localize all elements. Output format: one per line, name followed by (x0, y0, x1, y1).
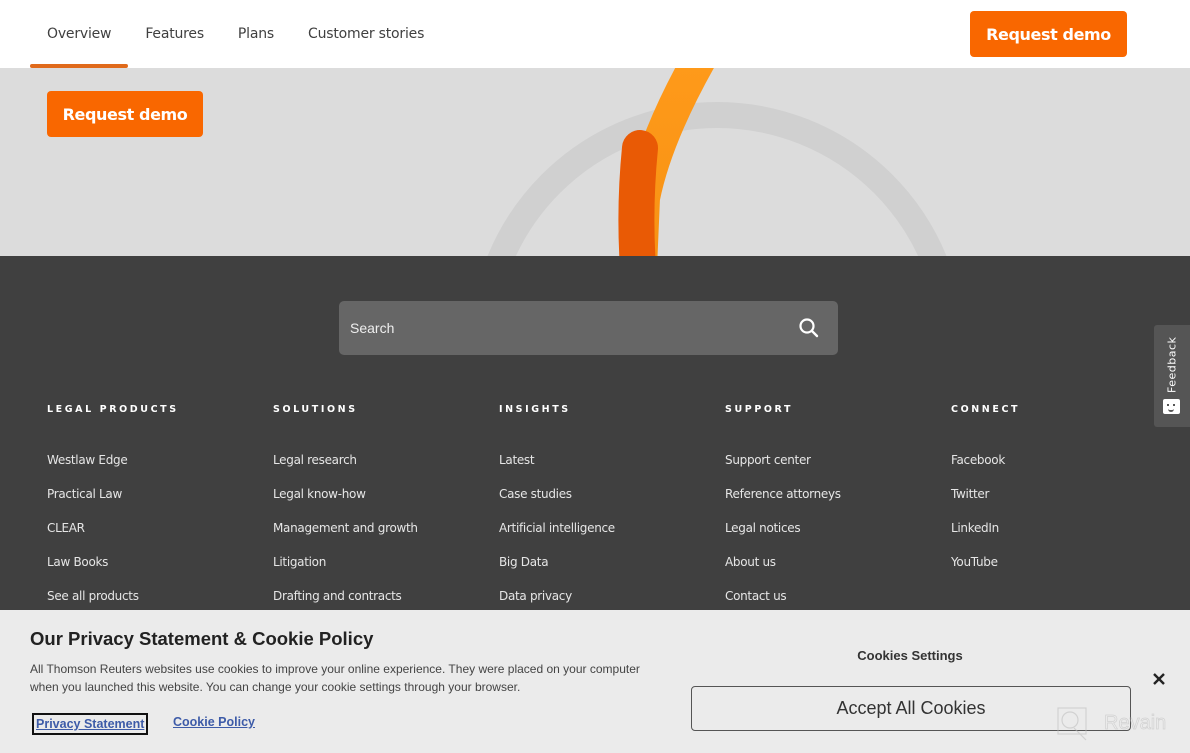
footer-link[interactable]: Legal know-how (273, 487, 418, 521)
tab-label: Overview (47, 26, 112, 42)
tab-plans[interactable]: Plans (221, 0, 291, 68)
cookie-policy-link[interactable]: Cookie Policy (173, 715, 255, 729)
smiley-chat-icon (1163, 399, 1180, 414)
search-icon[interactable] (798, 317, 820, 339)
tab-features[interactable]: Features (128, 0, 221, 68)
privacy-statement-link[interactable]: Privacy Statement (32, 713, 149, 735)
column-heading: SUPPORT (725, 404, 794, 415)
tab-overview[interactable]: Overview (30, 0, 129, 68)
section-tabs: Overview Features Plans Customer stories (30, 0, 441, 68)
footer-link[interactable]: About us (725, 555, 841, 589)
cookie-banner-text: All Thomson Reuters websites use cookies… (30, 662, 640, 694)
footer-link[interactable]: Big Data (499, 555, 615, 589)
feedback-tab[interactable]: Feedback (1154, 325, 1190, 427)
footer-link[interactable]: Case studies (499, 487, 615, 521)
footer-link[interactable]: Practical Law (47, 487, 179, 521)
footer-link[interactable]: Management and growth (273, 521, 418, 555)
cookie-banner-title: Our Privacy Statement & Cookie Policy (30, 628, 374, 649)
footer-link[interactable]: Artificial intelligence (499, 521, 615, 555)
site-footer: LEGAL PRODUCTS Westlaw Edge Practical La… (0, 256, 1190, 610)
tab-customer-stories[interactable]: Customer stories (291, 0, 441, 68)
footer-column-connect: CONNECT Facebook Twitter LinkedIn YouTub… (951, 404, 1020, 589)
footer-column-support: SUPPORT Support center Reference attorne… (725, 404, 841, 623)
column-heading: INSIGHTS (499, 404, 571, 415)
footer-link[interactable]: Law Books (47, 555, 179, 589)
footer-link[interactable]: Westlaw Edge (47, 453, 179, 487)
top-navigation: Overview Features Plans Customer stories… (0, 0, 1190, 68)
footer-link[interactable]: Support center (725, 453, 841, 487)
footer-column-legal-products: LEGAL PRODUCTS Westlaw Edge Practical La… (47, 404, 179, 623)
footer-link[interactable]: Twitter (951, 487, 1020, 521)
request-demo-button-nav[interactable]: Request demo (970, 11, 1127, 57)
footer-search (339, 301, 838, 355)
request-demo-button-hero[interactable]: Request demo (47, 91, 203, 137)
footer-link[interactable]: Latest (499, 453, 615, 487)
feedback-label: Feedback (1165, 336, 1179, 394)
footer-link[interactable]: CLEAR (47, 521, 179, 555)
orange-arc-lower (618, 130, 658, 256)
footer-link[interactable]: Litigation (273, 555, 418, 589)
tab-label: Plans (237, 26, 275, 42)
tab-label: Features (145, 26, 204, 42)
close-icon[interactable] (1150, 670, 1168, 688)
footer-link[interactable]: Facebook (951, 453, 1020, 487)
column-heading: CONNECT (951, 404, 1021, 415)
footer-link[interactable]: Legal notices (725, 521, 841, 555)
search-input[interactable] (339, 301, 779, 355)
footer-link[interactable]: LinkedIn (951, 521, 1020, 555)
column-heading: LEGAL PRODUCTS (47, 404, 179, 415)
footer-link[interactable]: Legal research (273, 453, 418, 487)
footer-column-solutions: SOLUTIONS Legal research Legal know-how … (273, 404, 418, 623)
column-heading: SOLUTIONS (273, 404, 358, 415)
accept-all-cookies-button[interactable]: Accept All Cookies (691, 686, 1131, 731)
footer-link[interactable]: Reference attorneys (725, 487, 841, 521)
footer-column-insights: INSIGHTS Latest Case studies Artificial … (499, 404, 615, 623)
hero-section: Request demo (0, 68, 1190, 256)
footer-link[interactable]: YouTube (951, 555, 1020, 589)
tab-label: Customer stories (308, 26, 425, 42)
cookie-banner: Our Privacy Statement & Cookie Policy Al… (0, 610, 1190, 753)
cookies-settings-button[interactable]: Cookies Settings (810, 648, 1010, 663)
